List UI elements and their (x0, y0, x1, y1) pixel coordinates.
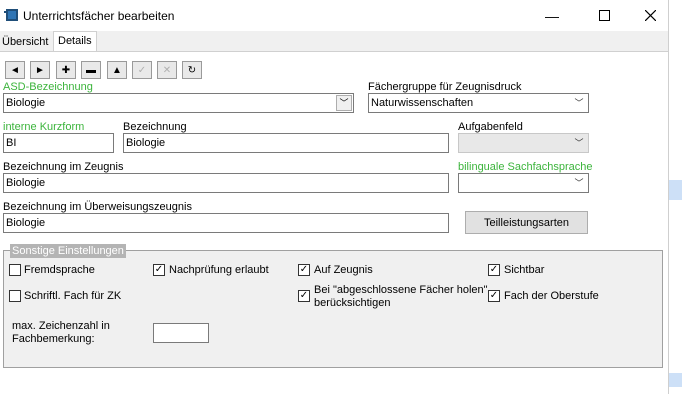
chevron-down-icon: ﹀ (574, 138, 584, 148)
name-label: Bezeichnung (123, 121, 187, 133)
written-subject-checkbox[interactable] (9, 290, 21, 302)
triangle-up-icon: ▲ (112, 64, 122, 76)
completed-subjects-label-line1: Bei "abgeschlossene Fächer holen" (314, 284, 488, 296)
bilingual-select[interactable]: ﹀ (458, 173, 589, 193)
completed-subjects-label-line2: berücksichtigen (314, 297, 391, 309)
previous-button[interactable]: ◄ (5, 61, 25, 79)
arrow-right-icon: ► (35, 64, 45, 76)
cancel-button[interactable]: ✕ (157, 61, 177, 79)
asd-select[interactable]: Biologie ﹀ (3, 93, 354, 113)
first-button[interactable]: ▲ (107, 61, 127, 79)
minus-icon: ▬ (86, 64, 96, 76)
short-input[interactable]: BI (3, 133, 114, 153)
checkmark-icon: ✓ (299, 264, 309, 275)
minimize-icon: — (545, 7, 559, 24)
visible-label: Sichtbar (504, 264, 545, 276)
minimize-button[interactable]: — (529, 0, 575, 31)
title-bar: Unterrichtsfächer bearbeiten — (0, 0, 668, 31)
chevron-down-icon: ﹀ (336, 95, 352, 111)
task-select[interactable]: ﹀ (458, 133, 589, 153)
transfer-input[interactable]: Biologie (3, 213, 449, 233)
report-input[interactable]: Biologie (3, 173, 449, 193)
asd-value: Biologie (6, 97, 46, 109)
add-button[interactable]: ✚ (56, 61, 76, 79)
asd-label: ASD-Bezeichnung (3, 81, 93, 93)
task-label: Aufgabenfeld (458, 121, 523, 133)
scrollbar-thumb (669, 180, 682, 200)
close-button[interactable] (627, 0, 673, 31)
plus-icon: ✚ (61, 64, 71, 76)
maxchars-label-line2: Fachbemerkung: (12, 333, 95, 345)
partial-grades-button[interactable]: Teilleistungsarten (465, 211, 588, 234)
report-label: Bezeichnung im Zeugnis (3, 161, 124, 173)
close-icon (644, 8, 656, 24)
retest-allowed-checkbox[interactable]: ✓ (153, 264, 165, 276)
chevron-down-icon: ﹀ (574, 178, 584, 188)
window: Unterrichtsfächer bearbeiten — Übersicht… (0, 0, 669, 394)
upper-school-checkbox[interactable]: ✓ (488, 290, 500, 302)
cancel-icon: ✕ (162, 64, 172, 76)
settings-group-title: Sonstige Einstellungen (10, 244, 126, 258)
maximize-icon (598, 8, 610, 24)
tab-details[interactable]: Details (53, 31, 97, 52)
maxchars-label-line1: max. Zeichenzahl in (12, 320, 110, 332)
tab-overview[interactable]: Übersicht (0, 33, 50, 51)
group-select[interactable]: Naturwissenschaften ﹀ (368, 93, 589, 113)
group-value: Naturwissenschaften (371, 97, 474, 109)
refresh-icon: ↻ (187, 64, 197, 76)
completed-subjects-checkbox[interactable]: ✓ (298, 290, 310, 302)
maximize-button[interactable] (581, 0, 627, 31)
checkmark-icon: ✓ (137, 64, 147, 76)
name-input[interactable]: Biologie (123, 133, 449, 153)
window-title: Unterrichtsfächer bearbeiten (23, 9, 175, 23)
checkmark-icon: ✓ (489, 264, 499, 275)
transfer-label: Bezeichnung im Überweisungszeugnis (3, 201, 192, 213)
background-window-edge (669, 0, 682, 394)
foreign-language-label: Fremdsprache (24, 264, 95, 276)
next-button[interactable]: ► (30, 61, 50, 79)
visible-checkbox[interactable]: ✓ (488, 264, 500, 276)
retest-allowed-label: Nachprüfung erlaubt (169, 264, 269, 276)
foreign-language-checkbox[interactable] (9, 264, 21, 276)
chevron-down-icon: ﹀ (574, 98, 584, 108)
refresh-button[interactable]: ↻ (182, 61, 202, 79)
scrollbar-thumb (669, 373, 682, 387)
on-report-checkbox[interactable]: ✓ (298, 264, 310, 276)
remove-button[interactable]: ▬ (81, 61, 101, 79)
checkmark-icon: ✓ (299, 290, 309, 301)
group-label: Fächergruppe für Zeugnisdruck (368, 81, 522, 93)
confirm-button[interactable]: ✓ (132, 61, 152, 79)
checkmark-icon: ✓ (154, 264, 164, 275)
short-label: interne Kurzform (3, 121, 85, 133)
bilingual-label: bilinguale Sachfachsprache (458, 161, 593, 173)
checkmark-icon: ✓ (489, 290, 499, 301)
upper-school-label: Fach der Oberstufe (504, 290, 599, 302)
maxchars-input[interactable] (153, 323, 209, 343)
written-subject-label: Schriftl. Fach für ZK (24, 290, 122, 302)
on-report-label: Auf Zeugnis (314, 264, 373, 276)
arrow-left-icon: ◄ (10, 64, 20, 76)
app-icon (4, 9, 18, 21)
